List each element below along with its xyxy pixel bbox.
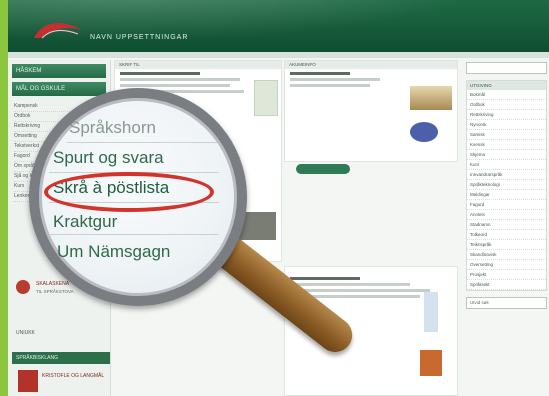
right-list-item[interactable]: Samisk	[467, 130, 546, 140]
right-list-item[interactable]: Teiknspråk	[467, 240, 546, 250]
right-list-item[interactable]: Tolkeord	[467, 230, 546, 240]
eu-image[interactable]	[410, 122, 438, 142]
lower-headline[interactable]	[290, 277, 360, 280]
right-list-item[interactable]: Språkrøkt	[467, 280, 546, 290]
header-underline	[8, 52, 549, 58]
sidebar-button-home[interactable]: HÅSKEM	[12, 64, 106, 78]
header-swoosh	[8, 0, 549, 52]
news-text	[120, 78, 240, 81]
right-list-head: UTGIVING	[467, 81, 546, 90]
search-select[interactable]: Utvid søk	[466, 297, 547, 309]
book-icon[interactable]	[18, 370, 38, 392]
right-list-item[interactable]: Ordbok	[467, 100, 546, 110]
zoom-divider	[67, 142, 217, 143]
right-list: UTGIVING Bokmål Ordbok Rettskriving Nyno…	[466, 80, 547, 291]
right-list-item[interactable]: Meldingar	[467, 190, 546, 200]
promo-logo-icon	[16, 280, 30, 294]
lower-text	[290, 283, 410, 286]
right-list-item[interactable]: Språkteknologi	[467, 180, 546, 190]
news-headline[interactable]	[120, 72, 200, 75]
news-image[interactable]	[254, 80, 278, 116]
right-list-item[interactable]: Skandinavisk	[467, 250, 546, 260]
sidebar-bottom-button[interactable]: SPRÅKBISKLANG	[12, 352, 110, 364]
info-text	[290, 84, 370, 87]
document-icon[interactable]	[424, 292, 438, 332]
info-image[interactable]	[410, 86, 452, 110]
zoom-menu-item[interactable]: Språkshorn	[69, 118, 156, 138]
right-list-item[interactable]: Annleis	[467, 210, 546, 220]
right-list-item[interactable]: Nynorsk	[467, 120, 546, 130]
highlight-oval	[44, 172, 214, 212]
more-button[interactable]	[296, 164, 350, 174]
zoom-divider	[49, 234, 219, 235]
news-text	[120, 84, 230, 87]
info-column-head: AKUMEINFO	[285, 61, 457, 69]
sidebar-button-language[interactable]: MÅL OG GSKULE	[12, 82, 106, 96]
page-frame: NAVN UPPSETTNINGAR HÅSKEM MÅL OG GSKULE …	[8, 0, 549, 396]
book-label[interactable]: KRISTOFLE OG LANGMÅL	[42, 373, 104, 379]
right-sidebar: UTGIVING Bokmål Ordbok Rettskriving Nyno…	[464, 60, 549, 396]
sidebar-small-label[interactable]: UNIUKK	[16, 330, 35, 336]
info-headline[interactable]	[290, 72, 350, 75]
right-list-item[interactable]: Rettskriving	[467, 110, 546, 120]
search-input[interactable]	[466, 62, 547, 74]
site-title: NAVN UPPSETTNINGAR	[90, 34, 189, 41]
right-list-item[interactable]: Bokmål	[467, 90, 546, 100]
promo-subtitle: TIL SPRÅKSTOVA	[36, 289, 74, 294]
promo-title: SKALASKENA	[36, 281, 70, 287]
zoom-menu-item[interactable]: Spurt og svara	[53, 148, 164, 168]
book-cover-image[interactable]	[420, 350, 442, 376]
zoom-menu-item[interactable]: Kraktgur	[53, 212, 117, 232]
right-list-item[interactable]: Stadnamn	[467, 220, 546, 230]
right-list-item[interactable]: Innvandrarspråk	[467, 170, 546, 180]
right-list-item[interactable]: Prosjekt	[467, 270, 546, 280]
info-text	[290, 78, 380, 81]
logo-icon[interactable]	[32, 18, 84, 40]
news-column-head: SKRIF TIL	[115, 61, 281, 69]
zoom-menu-item[interactable]: Um Nämsgagn	[57, 242, 170, 262]
right-list-item[interactable]: Oversetting	[467, 260, 546, 270]
right-list-item[interactable]: Kvensk	[467, 140, 546, 150]
lower-text	[290, 289, 430, 292]
info-column: AKUMEINFO	[284, 60, 458, 162]
right-list-item[interactable]: Skjema	[467, 150, 546, 160]
right-list-item[interactable]: Kurs	[467, 160, 546, 170]
right-list-item[interactable]: Fagord	[467, 200, 546, 210]
site-header: NAVN UPPSETTNINGAR	[8, 0, 549, 52]
